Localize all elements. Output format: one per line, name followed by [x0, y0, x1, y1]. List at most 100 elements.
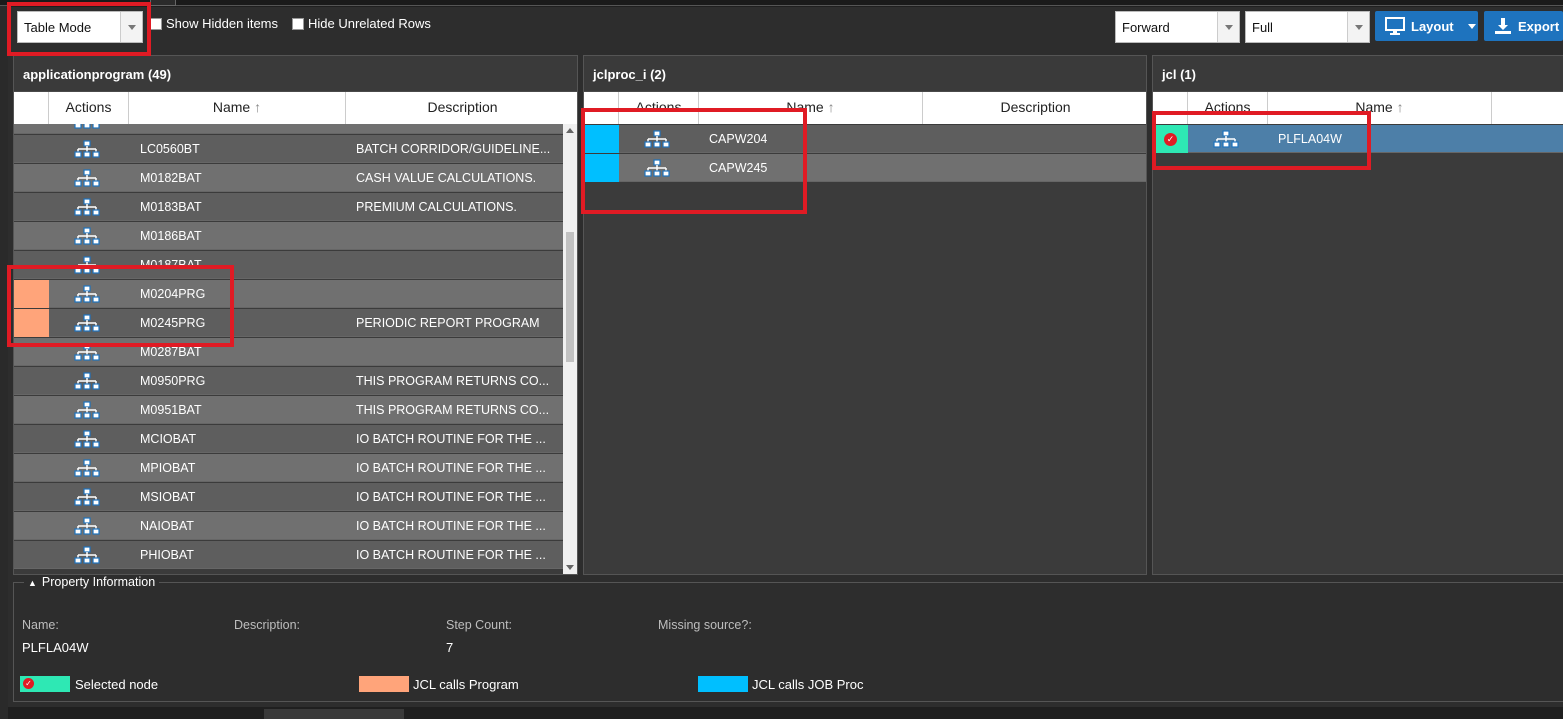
table-row[interactable]: M0204PRG [14, 280, 565, 308]
hierarchy-icon[interactable] [74, 227, 100, 250]
hierarchy-icon[interactable] [644, 130, 670, 153]
name-cell: NAIOBAT [140, 519, 194, 533]
hierarchy-icon[interactable] [74, 401, 100, 424]
panel-title: applicationprogram (49) [14, 56, 577, 92]
indicator-column-header [1153, 92, 1188, 124]
panel-title: jcl (1) [1153, 56, 1563, 92]
collapse-triangle-icon[interactable]: ▲ [28, 578, 37, 588]
table-row[interactable]: M0950PRG THIS PROGRAM RETURNS CO... [14, 367, 565, 395]
row-indicator [14, 280, 49, 308]
selected-node-label: Selected node [75, 677, 159, 692]
scroll-down-arrow-icon[interactable] [566, 565, 574, 570]
property-section-header[interactable]: ▲ Property Information [24, 575, 160, 589]
sort-up-arrow-icon: ↑ [1396, 99, 1404, 115]
description-cell: BATCH CORRIDOR/GUIDELINE... [356, 142, 551, 156]
top-tab[interactable] [150, 0, 176, 6]
hierarchy-icon[interactable] [74, 517, 100, 540]
scroll-up-arrow-icon[interactable] [566, 128, 574, 133]
name-cell: M0183BAT [140, 200, 202, 214]
direction-select[interactable]: Forward [1115, 11, 1240, 43]
description-column-header[interactable]: Description [923, 92, 1146, 124]
hierarchy-icon[interactable] [74, 546, 100, 569]
chevron-down-icon[interactable] [1217, 12, 1239, 42]
hierarchy-icon[interactable] [74, 198, 100, 221]
name-column-header[interactable]: Name ↑ [1268, 92, 1492, 124]
table-body: LC0560BT BATCH CORRIDOR/GUIDELINE... M0182… [14, 124, 577, 574]
name-cell: PHIOBAT [140, 548, 194, 562]
mode-select[interactable]: Table Mode [17, 11, 143, 43]
hierarchy-icon[interactable] [74, 140, 100, 163]
row-indicator [14, 193, 49, 221]
left-edge-strip [0, 0, 8, 719]
hierarchy-icon[interactable] [1213, 130, 1239, 153]
jcl-calls-program-label: JCL calls Program [413, 677, 519, 692]
table-row[interactable]: MPIOBAT IO BATCH ROUTINE FOR THE ... [14, 454, 565, 482]
checkbox-box[interactable] [292, 17, 304, 30]
hierarchy-icon[interactable] [74, 285, 100, 308]
actions-column-header[interactable]: Actions [1188, 92, 1268, 124]
row-indicator [14, 309, 49, 337]
row-indicator [14, 512, 49, 540]
hierarchy-icon[interactable] [74, 372, 100, 395]
hide-unrelated-checkbox[interactable]: Hide Unrelated Rows [292, 16, 431, 31]
sort-up-arrow-icon: ↑ [827, 99, 835, 115]
chevron-down-icon[interactable] [1467, 23, 1476, 29]
hierarchy-icon[interactable] [74, 488, 100, 511]
monitor-icon [1385, 17, 1405, 35]
chevron-down-icon[interactable] [1347, 12, 1369, 42]
hierarchy-icon[interactable] [74, 124, 100, 134]
layout-button[interactable]: Layout [1375, 11, 1478, 41]
name-cell: PLFLA04W [1278, 132, 1342, 146]
jcl-calls-job-proc-label: JCL calls JOB Proc [752, 677, 864, 692]
table-row[interactable]: M0245PRG PERIODIC REPORT PROGRAM [14, 309, 565, 337]
table-row[interactable]: M0187BAT [14, 251, 565, 279]
name-header-label: Name [212, 99, 251, 115]
table-row[interactable]: M0182BAT CASH VALUE CALCULATIONS. [14, 164, 565, 192]
table-row[interactable]: LC0560BT BATCH CORRIDOR/GUIDELINE... [14, 135, 565, 163]
vertical-scrollbar[interactable] [563, 124, 577, 574]
show-hidden-checkbox[interactable]: Show Hidden items [150, 16, 278, 31]
hierarchy-icon[interactable] [74, 256, 100, 279]
table-row[interactable]: M0186BAT [14, 222, 565, 250]
table-body: CAPW204 CAPW245 [584, 124, 1146, 574]
table-row[interactable]: MCIOBAT IO BATCH ROUTINE FOR THE ... [14, 425, 565, 453]
property-section-title: Property Information [41, 575, 156, 589]
actions-column-header[interactable]: Actions [49, 92, 129, 124]
hierarchy-icon[interactable] [74, 343, 100, 366]
name-column-header[interactable]: Name ↑ [699, 92, 923, 124]
table-row[interactable]: M0183BAT PREMIUM CALCULATIONS. [14, 193, 565, 221]
table-row[interactable]: MSIOBAT IO BATCH ROUTINE FOR THE ... [14, 483, 565, 511]
table-row[interactable] [14, 124, 565, 134]
actions-column-header[interactable]: Actions [619, 92, 699, 124]
description-column-header[interactable]: Description [346, 92, 577, 124]
scrollbar-thumb[interactable] [566, 232, 574, 362]
row-indicator [14, 454, 49, 482]
direction-select-value: Forward [1122, 20, 1170, 35]
hierarchy-icon[interactable] [74, 459, 100, 482]
table-header: Actions Name ↑ [1153, 92, 1563, 124]
step-count-label: Step Count: [446, 618, 513, 632]
table-row[interactable]: M0951BAT THIS PROGRAM RETURNS CO... [14, 396, 565, 424]
row-indicator [14, 483, 49, 511]
scope-select[interactable]: Full [1245, 11, 1370, 43]
description-cell [356, 251, 556, 279]
hierarchy-icon[interactable] [74, 314, 100, 337]
checkbox-box[interactable] [150, 17, 162, 30]
name-cell: CAPW204 [709, 132, 768, 146]
table-row[interactable]: M0287BAT [14, 338, 565, 366]
table-row[interactable]: ✓ PLFLA04W [1153, 125, 1563, 153]
hierarchy-icon[interactable] [74, 430, 100, 453]
bottom-tab[interactable] [264, 709, 404, 719]
chevron-down-icon[interactable] [120, 12, 142, 42]
table-row[interactable]: CAPW245 [584, 154, 1146, 182]
table-row[interactable]: PHIOBAT IO BATCH ROUTINE FOR THE ... [14, 541, 565, 569]
hierarchy-icon[interactable] [644, 159, 670, 182]
export-button[interactable]: Export [1484, 11, 1563, 41]
table-row[interactable]: NAIOBAT IO BATCH ROUTINE FOR THE ... [14, 512, 565, 540]
hierarchy-icon[interactable] [74, 169, 100, 192]
row-indicator [14, 425, 49, 453]
table-row[interactable]: CAPW204 [584, 125, 1146, 153]
description-cell [356, 338, 556, 366]
name-cell: M0182BAT [140, 171, 202, 185]
name-column-header[interactable]: Name ↑ [129, 92, 346, 124]
